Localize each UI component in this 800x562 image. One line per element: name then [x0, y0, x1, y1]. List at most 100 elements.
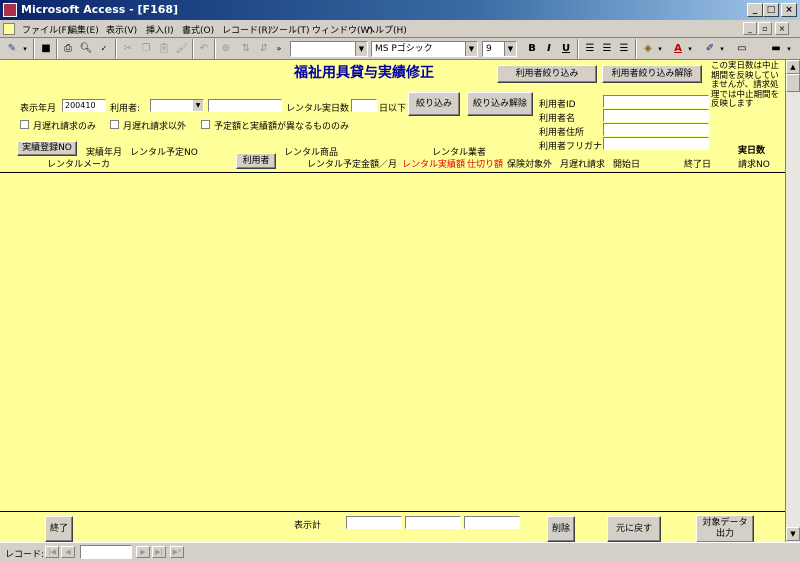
font-color-dropdown-icon[interactable]: ▾: [686, 41, 694, 57]
menu-format[interactable]: 書式(O): [182, 23, 214, 36]
days-below-label: 日以下: [379, 104, 407, 114]
close-form-button[interactable]: 終了: [45, 516, 73, 542]
design-view-icon[interactable]: ✎: [4, 41, 20, 57]
maximize-button[interactable]: □: [763, 3, 779, 17]
user-filter-clear-button[interactable]: 利用者絞り込み解除: [602, 65, 702, 83]
record-number-field[interactable]: [80, 545, 132, 559]
menu-edit[interactable]: 編集(E): [68, 23, 99, 36]
fill-color-icon[interactable]: ◈: [640, 41, 656, 57]
spelling-icon[interactable]: ✓: [96, 41, 112, 57]
delete-button[interactable]: 削除: [547, 516, 575, 542]
undo-button[interactable]: 元に戻す: [607, 516, 661, 542]
late-only-checkbox[interactable]: [20, 120, 29, 129]
chevron-down-icon: ▼: [465, 42, 477, 56]
total-field-1: [346, 516, 402, 529]
bold-button[interactable]: B: [524, 41, 540, 57]
user-filter-button[interactable]: 利用者絞り込み: [497, 65, 597, 83]
first-record-icon[interactable]: |◀: [45, 546, 59, 558]
menu-help[interactable]: ヘルプ(H): [366, 23, 407, 36]
user-name-field[interactable]: [603, 109, 709, 122]
user-furigana-field[interactable]: [603, 137, 709, 150]
rental-days-label: レンタル実日数: [286, 104, 350, 114]
total-field-3: [464, 516, 520, 529]
menu-file[interactable]: ファイル(F): [22, 23, 70, 36]
menu-tools[interactable]: ツール(T): [270, 23, 310, 36]
late-only-label: 月遅れ請求のみ: [33, 122, 97, 132]
user-combo[interactable]: ▼: [150, 99, 204, 112]
print-preview-icon[interactable]: 🔍︎: [78, 41, 94, 57]
detail-records-area[interactable]: [0, 173, 785, 509]
menu-insert[interactable]: 挿入(I): [146, 23, 174, 36]
col-actual-days: 実日数: [738, 146, 766, 156]
insert-hyperlink-icon[interactable]: ⊕: [218, 41, 234, 57]
child-restore-button[interactable]: ▫: [758, 22, 772, 35]
paste-icon[interactable]: 📋︎: [156, 41, 172, 57]
col-insurance-excluded: 保険対象外: [507, 160, 553, 170]
access-app-icon: [3, 3, 17, 17]
form-doc-icon[interactable]: [3, 23, 15, 35]
font-name-combo[interactable]: MS Pゴシック ▼: [371, 41, 478, 57]
align-left-icon[interactable]: ☰: [582, 41, 598, 57]
scroll-down-icon[interactable]: ▼: [786, 527, 800, 541]
special-effect-dropdown-icon[interactable]: ▾: [784, 41, 794, 57]
minimize-button[interactable]: _: [747, 3, 763, 17]
object-combo[interactable]: ▼: [290, 41, 368, 57]
align-center-icon[interactable]: ☰: [599, 41, 615, 57]
scroll-thumb[interactable]: [786, 74, 800, 92]
undo-icon[interactable]: ↶: [196, 41, 212, 57]
align-right-icon[interactable]: ☰: [616, 41, 632, 57]
diff-only-checkbox[interactable]: [201, 120, 210, 129]
toolbar-overflow-icon[interactable]: »: [274, 41, 284, 57]
close-button[interactable]: ×: [781, 3, 797, 17]
next-record-icon[interactable]: ▶: [136, 546, 150, 558]
sort-descending-icon[interactable]: ⇵: [256, 41, 272, 57]
font-size-combo[interactable]: 9 ▼: [482, 41, 517, 57]
prev-record-icon[interactable]: ◀: [61, 546, 75, 558]
not-late-checkbox[interactable]: [110, 120, 119, 129]
col-cutoff-amount: 仕切り額: [467, 160, 504, 170]
print-icon[interactable]: ⎙: [60, 41, 76, 57]
line-color-dropdown-icon[interactable]: ▾: [718, 41, 726, 57]
italic-button[interactable]: I: [541, 41, 557, 57]
child-close-button[interactable]: ×: [775, 22, 789, 35]
font-size-value: 9: [486, 44, 492, 54]
title-bar: Microsoft Access - [F168] _ □ ×: [0, 0, 800, 20]
display-month-field[interactable]: 200410: [62, 99, 106, 112]
last-record-icon[interactable]: ▶|: [152, 546, 166, 558]
user-name-label: 利用者名: [539, 114, 576, 124]
user-name-display-field[interactable]: [208, 99, 282, 112]
menu-records[interactable]: レコード(R): [222, 23, 271, 36]
filter-clear-button[interactable]: 絞り込み解除: [467, 92, 533, 116]
scroll-up-icon[interactable]: ▲: [786, 60, 800, 74]
format-painter-icon[interactable]: 🖌︎: [174, 41, 190, 57]
output-data-button[interactable]: 対象データ 出力: [696, 515, 754, 542]
border-width-icon[interactable]: ▭: [734, 41, 750, 57]
underline-button[interactable]: U: [558, 41, 574, 57]
rental-days-field[interactable]: [351, 99, 377, 112]
chevron-down-icon: ▼: [355, 42, 367, 56]
fill-color-dropdown-icon[interactable]: ▾: [656, 41, 664, 57]
menu-window[interactable]: ウィンドウ(W): [312, 23, 373, 36]
cut-icon[interactable]: ✂: [120, 41, 136, 57]
record-no-sort-button[interactable]: 実績登録NO: [17, 141, 77, 156]
sort-ascending-icon[interactable]: ⇅: [238, 41, 254, 57]
copy-icon[interactable]: ❐: [138, 41, 154, 57]
filter-button[interactable]: 絞り込み: [408, 92, 460, 116]
user-address-field[interactable]: [603, 123, 709, 136]
font-color-icon[interactable]: A: [670, 41, 686, 57]
menu-bar: ファイル(F) 編集(E) 表示(V) 挿入(I) 書式(O) レコード(R) …: [0, 20, 800, 38]
vertical-scrollbar[interactable]: ▲ ▼: [785, 60, 800, 542]
view-dropdown-arrow-icon[interactable]: ▾: [20, 41, 30, 57]
user-furigana-label: 利用者フリガナ: [539, 142, 603, 152]
menu-view[interactable]: 表示(V): [106, 23, 137, 36]
save-icon[interactable]: ■: [38, 41, 54, 57]
line-color-icon[interactable]: ✐: [702, 41, 718, 57]
user-address-label: 利用者住所: [539, 128, 585, 138]
user-sort-button[interactable]: 利用者: [236, 153, 276, 169]
child-minimize-button[interactable]: _: [743, 22, 757, 35]
user-id-field[interactable]: [603, 95, 709, 108]
user-id-label: 利用者ID: [539, 100, 576, 110]
new-record-icon[interactable]: ▶*: [170, 546, 184, 558]
special-effect-icon[interactable]: ▬: [768, 41, 784, 57]
total-field-2: [405, 516, 461, 529]
